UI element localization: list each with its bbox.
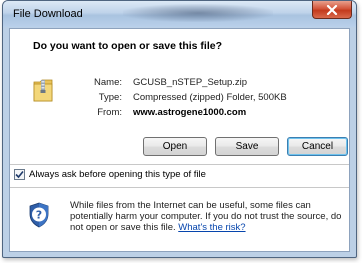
close-button[interactable]	[312, 1, 352, 19]
from-value: www.astrogene1000.com	[133, 107, 247, 118]
always-ask-checkbox[interactable]	[14, 169, 25, 180]
dialog-question: Do you want to open or save this file?	[33, 40, 223, 52]
name-value: GCUSB_nSTEP_Setup.zip	[133, 77, 248, 88]
divider	[10, 164, 349, 165]
from-label: From:	[97, 107, 122, 118]
title-bar-glow	[123, 4, 273, 22]
type-label: Type:	[98, 92, 122, 103]
warning-panel: ? While files from the Internet can be u…	[10, 187, 349, 251]
whats-the-risk-link[interactable]: What's the risk?	[178, 222, 245, 233]
security-shield-icon: ?	[29, 202, 49, 228]
close-icon	[326, 4, 338, 15]
name-label: Name:	[94, 77, 122, 88]
always-ask-label: Always ask before opening this type of f…	[29, 169, 206, 180]
cancel-button[interactable]: Cancel	[287, 137, 348, 156]
file-download-window: File Download Do you want to open or sav…	[2, 0, 357, 258]
window-title: File Download	[13, 8, 83, 20]
title-bar[interactable]: File Download	[3, 1, 356, 27]
warning-message: While files from the Internet can be use…	[70, 200, 346, 233]
always-ask-row[interactable]: Always ask before opening this type of f…	[14, 169, 206, 180]
checkmark-icon	[15, 170, 24, 179]
dialog-content: Do you want to open or save this file? N…	[9, 28, 350, 252]
type-value: Compressed (zipped) Folder, 500KB	[133, 92, 287, 103]
svg-text:?: ?	[36, 209, 42, 222]
save-button[interactable]: Save	[215, 137, 279, 156]
open-button[interactable]: Open	[143, 137, 207, 156]
